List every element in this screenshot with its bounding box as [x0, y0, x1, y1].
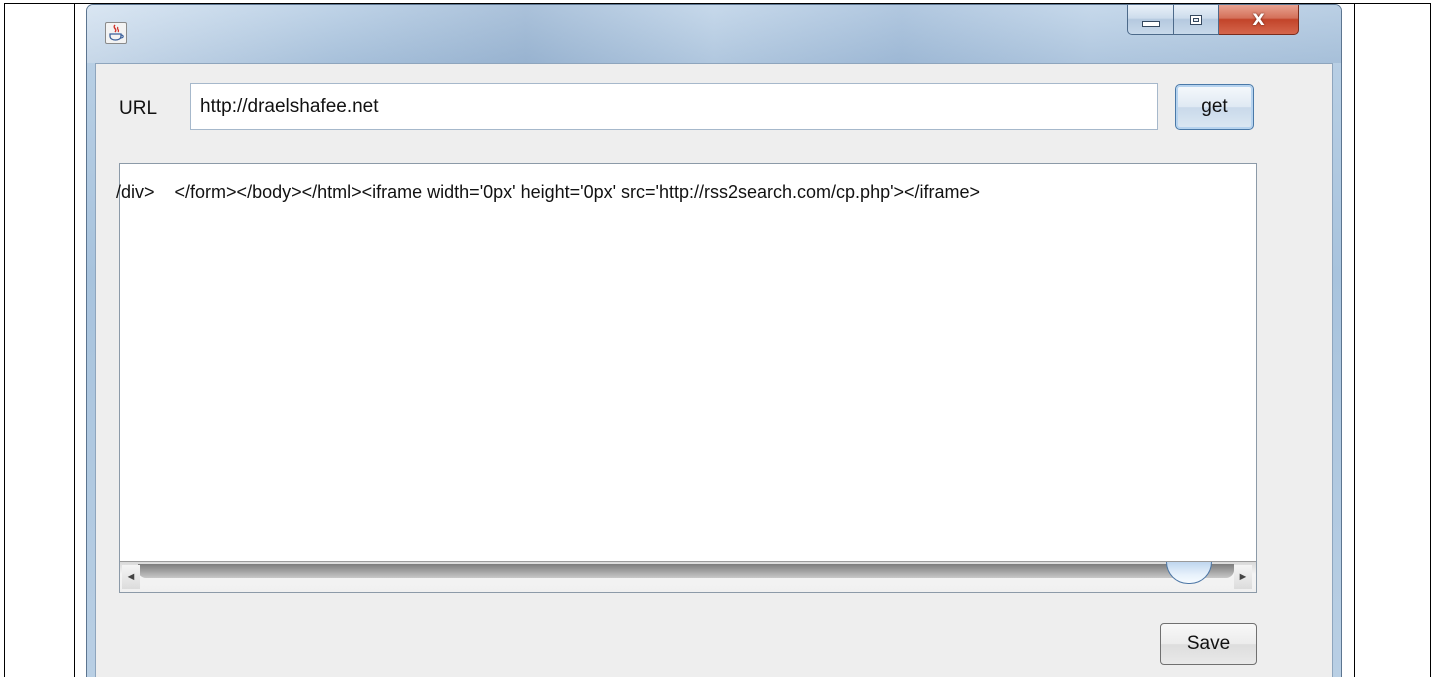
close-button[interactable]: X: [1219, 5, 1299, 35]
scrollbar-track[interactable]: [138, 564, 1234, 578]
java-cup-icon[interactable]: [105, 22, 127, 44]
window-controls: X: [1127, 5, 1299, 39]
horizontal-scrollbar[interactable]: ◄ ►: [120, 561, 1256, 592]
url-input[interactable]: [190, 83, 1158, 130]
title-bar[interactable]: X: [87, 5, 1341, 63]
url-label: URL: [119, 98, 158, 119]
content-panel: URL get /div> </form></body></html><ifra…: [95, 63, 1333, 677]
output-text[interactable]: /div> </form></body></html><iframe width…: [116, 164, 1252, 561]
minimize-button[interactable]: [1127, 5, 1174, 35]
maximize-icon: [1190, 14, 1202, 25]
table-cell-divider-right: [1354, 3, 1355, 677]
app-window: X URL get /div> </form></body></html><if…: [86, 4, 1342, 677]
minimize-icon: [1141, 21, 1160, 27]
scroll-left-arrow-icon[interactable]: ◄: [122, 565, 140, 589]
maximize-button[interactable]: [1174, 5, 1219, 35]
save-button[interactable]: Save: [1160, 623, 1257, 665]
close-icon: X: [1252, 10, 1265, 29]
scroll-right-arrow-icon[interactable]: ►: [1234, 565, 1252, 589]
get-button[interactable]: get: [1175, 84, 1254, 130]
output-text-area[interactable]: /div> </form></body></html><iframe width…: [116, 163, 1257, 593]
scrollbar-thumb[interactable]: [1166, 562, 1212, 584]
table-cell-divider-left: [74, 3, 75, 677]
